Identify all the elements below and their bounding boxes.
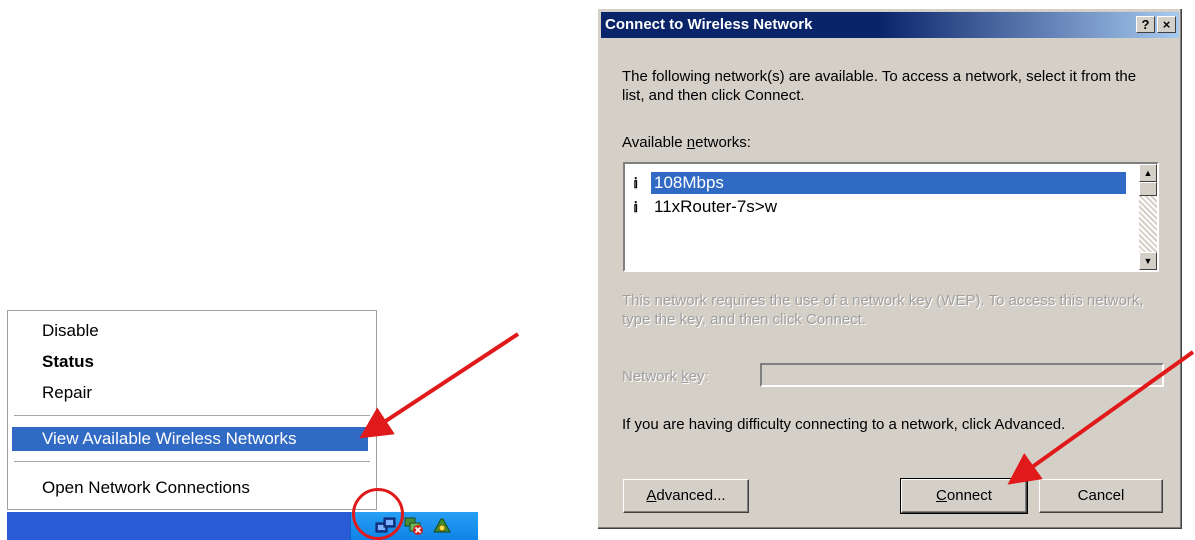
title-bar: Connect to Wireless Network ? × bbox=[601, 12, 1179, 38]
available-networks-list[interactable]: 𝕚 108Mbps 𝕚 11xRouter-7s>w ▲ ▼ bbox=[623, 162, 1159, 272]
network-list-item-11xrouter[interactable]: 𝕚 11xRouter-7s>w bbox=[633, 196, 1133, 218]
help-button[interactable]: ? bbox=[1136, 16, 1155, 33]
network-list-item-108mbps[interactable]: 𝕚 108Mbps bbox=[633, 172, 1133, 194]
wireless-network-icon: 𝕚 bbox=[633, 199, 638, 215]
intro-text: The following network(s) are available. … bbox=[622, 68, 1137, 104]
network-key-input[interactable] bbox=[760, 363, 1164, 387]
connect-to-wireless-network-dialog: Connect to Wireless Network ? × The foll… bbox=[597, 8, 1183, 530]
scroll-down-arrow-icon[interactable]: ▼ bbox=[1139, 252, 1157, 270]
menu-item-disable[interactable]: Disable bbox=[12, 319, 368, 343]
scrollbar-thumb[interactable] bbox=[1139, 182, 1157, 196]
wireless-utility-icon[interactable] bbox=[431, 516, 453, 536]
wep-note-text: This network requires the use of a netwo… bbox=[622, 292, 1144, 328]
arrow-to-view-networks bbox=[359, 332, 520, 439]
menu-item-open-network-connections[interactable]: Open Network Connections bbox=[12, 476, 368, 500]
dialog-title: Connect to Wireless Network bbox=[605, 16, 813, 33]
close-button[interactable]: × bbox=[1157, 16, 1176, 33]
wireless-network-icon: 𝕚 bbox=[633, 175, 638, 191]
available-networks-label: Available networks: bbox=[622, 134, 751, 151]
cancel-button[interactable]: Cancel bbox=[1039, 479, 1163, 513]
advanced-button[interactable]: Advanced... bbox=[623, 479, 749, 513]
advanced-hint-text: If you are having difficulty connecting … bbox=[622, 416, 1066, 433]
network-key-label: Network key: bbox=[622, 368, 709, 385]
list-scrollbar[interactable]: ▲ ▼ bbox=[1139, 164, 1157, 270]
network-disconnected-icon[interactable] bbox=[403, 516, 425, 536]
tray-highlight-circle bbox=[352, 488, 404, 540]
network-context-menu: Disable Status Repair View Available Wir… bbox=[7, 310, 377, 510]
menu-separator bbox=[14, 415, 370, 416]
menu-item-view-available-wireless-networks[interactable]: View Available Wireless Networks bbox=[12, 427, 368, 451]
menu-item-status[interactable]: Status bbox=[12, 350, 368, 374]
menu-item-repair[interactable]: Repair bbox=[12, 381, 368, 405]
connect-button[interactable]: Connect bbox=[900, 478, 1028, 514]
scroll-up-arrow-icon[interactable]: ▲ bbox=[1139, 164, 1157, 182]
menu-separator bbox=[14, 461, 370, 462]
